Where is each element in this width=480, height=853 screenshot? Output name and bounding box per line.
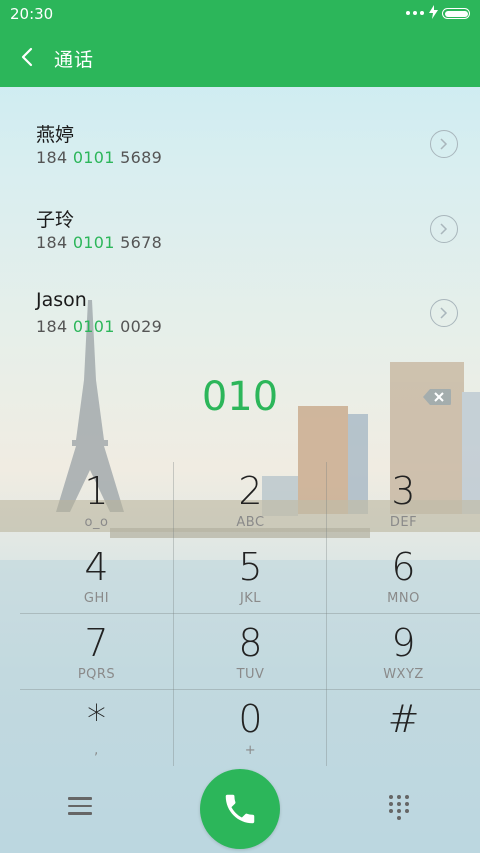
menu-icon[interactable] [68,797,92,819]
matched-digits: 0101 [72,233,115,252]
more-notifications-icon [406,11,424,15]
contact-name: 子玲 [36,209,75,231]
contact-detail-icon[interactable] [430,215,458,243]
dialed-number: 010 [201,374,279,420]
key-6[interactable]: 6 MNO [327,538,480,614]
app-header: 通话 [0,28,480,87]
phone-icon [225,794,255,824]
matched-digits: 0101 [72,148,115,167]
matched-digits: 0101 [72,317,115,336]
keypad-divider [173,462,174,766]
contact-detail-icon[interactable] [430,130,458,158]
back-icon[interactable] [16,44,40,70]
backspace-icon[interactable] [422,388,452,406]
contact-suggestion-item[interactable]: 子玲 184 0101 5678 [0,187,480,271]
key-9[interactable]: 9 WXYZ [327,614,480,690]
key-5[interactable]: 5 JKL [174,538,327,614]
key-star[interactable]: *, [20,690,173,766]
contact-number: 184 0101 5678 [36,233,163,252]
key-2[interactable]: 2 ABC [174,462,327,538]
contact-number: 184 0101 5689 [36,148,163,167]
status-bar: 20:30 [0,0,480,28]
key-1[interactable]: 1 o_o [20,462,173,538]
key-8[interactable]: 8 TUV [174,614,327,690]
call-button[interactable] [200,769,280,849]
contact-detail-icon[interactable] [430,299,458,327]
dialpad: 1 o_o 2 ABC 3 DEF 4 GHI 5 JKL 6 MNO 7 PQRS 8 TUV… [20,462,480,766]
status-time: 20:30 [10,5,54,23]
charging-bolt-icon [429,5,438,19]
contact-number: 184 0101 0029 [36,317,163,336]
contact-suggestion-item[interactable]: Jason 184 0101 0029 [0,271,480,355]
keypad-divider [326,462,327,766]
dialpad-icon[interactable] [389,795,411,823]
key-4[interactable]: 4 GHI [20,538,173,614]
page-title: 通话 [54,49,95,71]
key-hash[interactable]: # [327,690,480,766]
key-0[interactable]: 0 + [174,690,327,766]
keypad-divider [20,689,480,690]
key-7[interactable]: 7 PQRS [20,614,173,690]
key-3[interactable]: 3 DEF [327,462,480,538]
voicemail-label: o_o [84,515,109,530]
contact-name: Jason [36,289,87,311]
keypad-divider [20,613,480,614]
battery-icon [442,8,470,19]
contact-name: 燕婷 [36,124,75,146]
contact-suggestion-item[interactable]: 燕婷 184 0101 5689 [0,102,480,186]
